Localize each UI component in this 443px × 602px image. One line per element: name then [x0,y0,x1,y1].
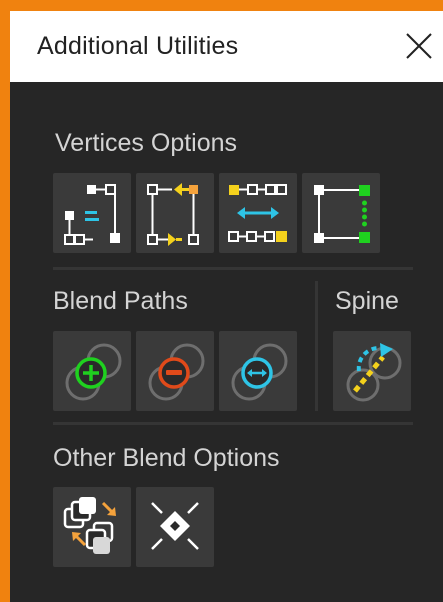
add-blend-path-button[interactable] [53,331,131,411]
additional-utilities-panel: Additional Utilities Vertices Options Bl… [10,11,443,602]
spine-title: Spine [335,287,399,315]
swap-objects-icon [63,497,116,554]
blend-paths-title: Blend Paths [53,287,188,315]
vertices-options-title: Vertices Options [55,129,238,157]
connect-vertices-button[interactable] [302,173,380,253]
panel-title: Additional Utilities [37,32,239,60]
panel-header: Additional Utilities [10,11,443,82]
remove-blend-path-button[interactable] [136,331,214,411]
swap-objects-button[interactable] [53,487,131,567]
vertical-separator [315,281,318,411]
spine-icon [346,343,402,402]
spine-button[interactable] [333,331,411,411]
close-button[interactable] [403,30,435,62]
other-blend-options-title: Other Blend Options [53,444,280,472]
reverse-blend-path-button[interactable] [219,331,297,411]
reverse-blend-path-icon [231,343,288,401]
swap-vertices-button[interactable] [136,173,214,253]
release-blend-button[interactable] [136,487,214,567]
add-blend-path-icon [65,343,122,401]
close-icon [406,33,432,59]
swap-vertices-icon [147,183,199,246]
separator [53,422,413,425]
align-vertices-icon [64,184,120,245]
remove-blend-path-icon [148,343,205,401]
connect-vertices-icon [314,185,370,243]
align-vertices-button[interactable] [53,173,131,253]
separator [53,267,413,270]
distribute-vertices-icon [228,184,287,242]
distribute-vertices-button[interactable] [219,173,297,253]
release-blend-icon [151,502,199,550]
